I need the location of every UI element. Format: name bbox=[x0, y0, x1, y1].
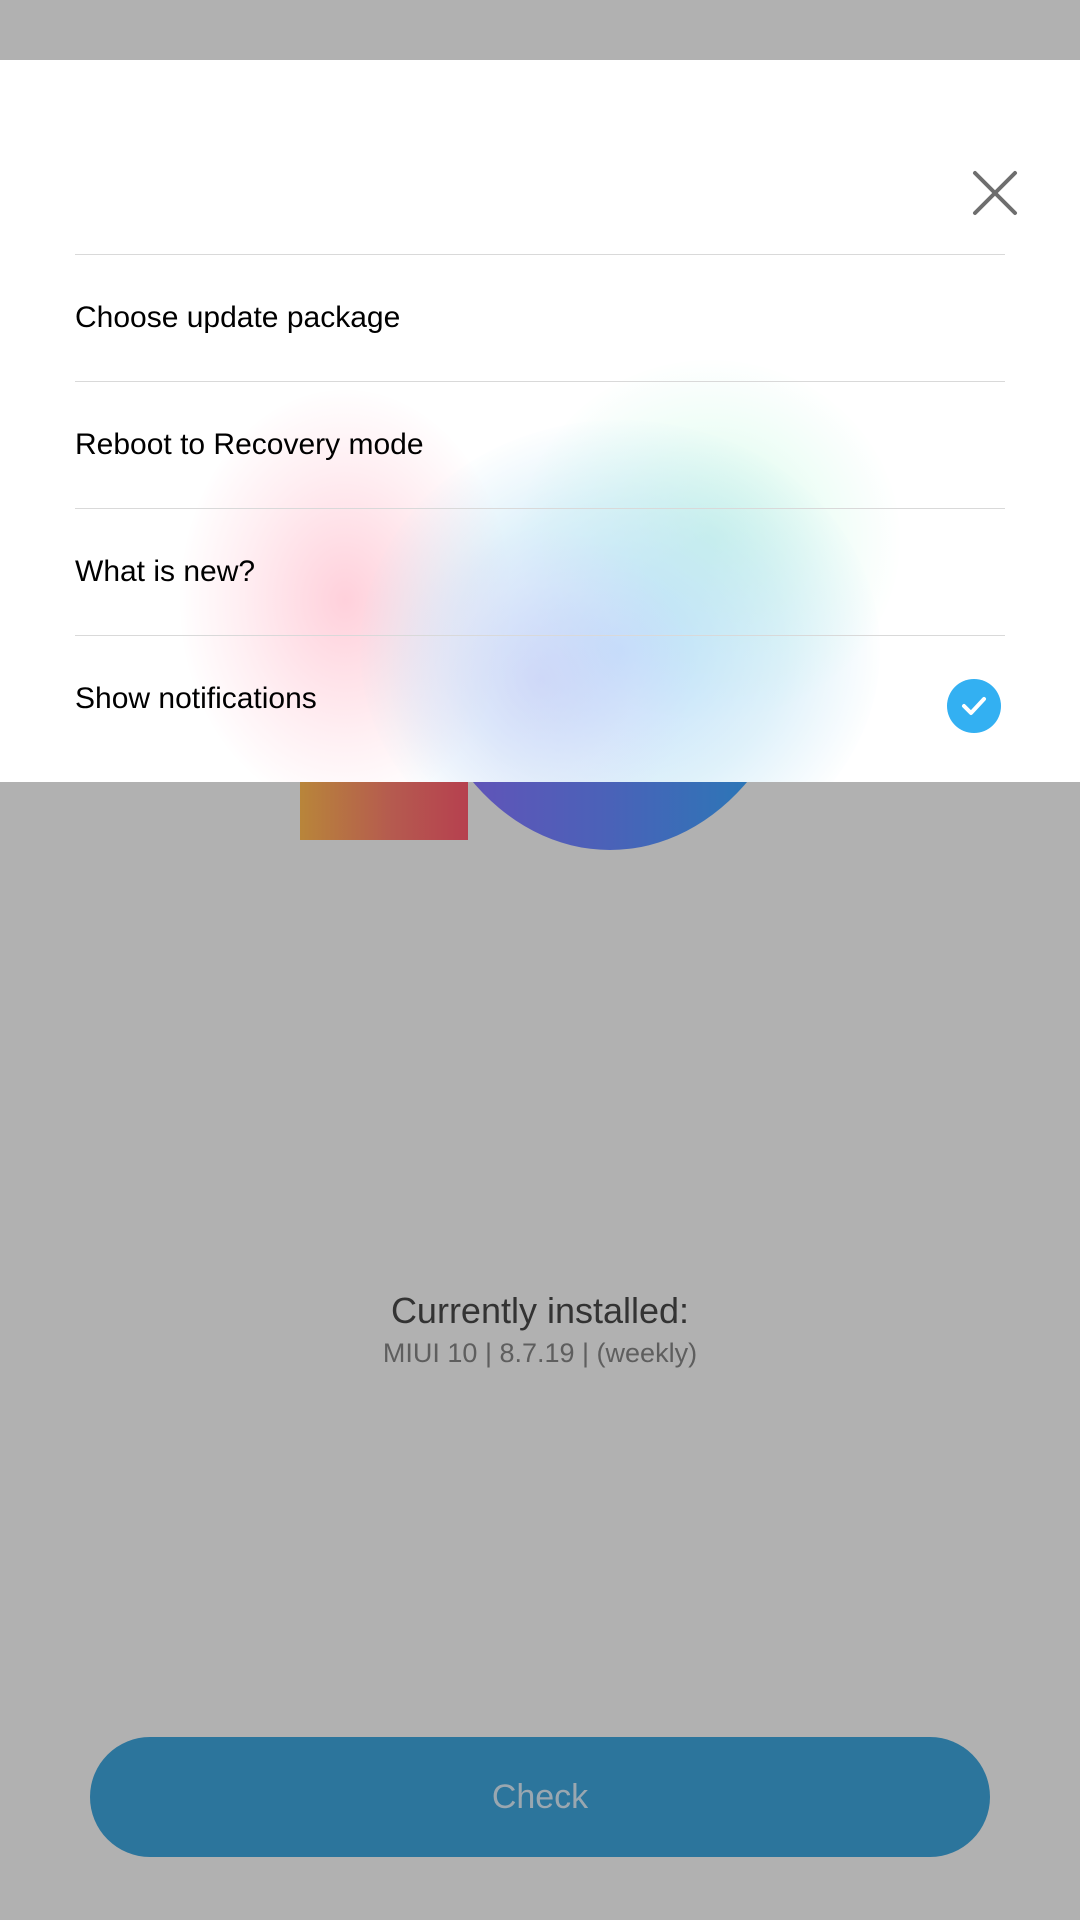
menu-item-label: What is new? bbox=[75, 555, 256, 588]
options-menu: Choose update package Reboot to Recovery… bbox=[0, 60, 1080, 782]
menu-item-what-is-new[interactable]: What is new? bbox=[75, 508, 1005, 635]
installed-title: Currently installed: bbox=[390, 1290, 690, 1331]
show-notifications-checkbox[interactable] bbox=[947, 679, 1001, 733]
menu-item-label: Show notifications bbox=[75, 682, 317, 715]
check-button[interactable]: Check bbox=[90, 1737, 990, 1857]
close-button[interactable] bbox=[970, 168, 1020, 218]
menu-item-show-notifications[interactable]: Show notifications bbox=[75, 635, 1005, 762]
installed-version: MIUI 10 | 8.7.19 | (weekly) bbox=[382, 1338, 698, 1368]
menu-item-label: Reboot to Recovery mode bbox=[75, 428, 424, 461]
menu-list: Choose update package Reboot to Recovery… bbox=[75, 254, 1005, 762]
menu-item-choose-update-package[interactable]: Choose update package bbox=[75, 254, 1005, 381]
menu-item-reboot-recovery[interactable]: Reboot to Recovery mode bbox=[75, 381, 1005, 508]
checkmark-icon bbox=[962, 697, 986, 715]
menu-item-label: Choose update package bbox=[75, 301, 401, 334]
close-icon bbox=[973, 171, 1017, 215]
